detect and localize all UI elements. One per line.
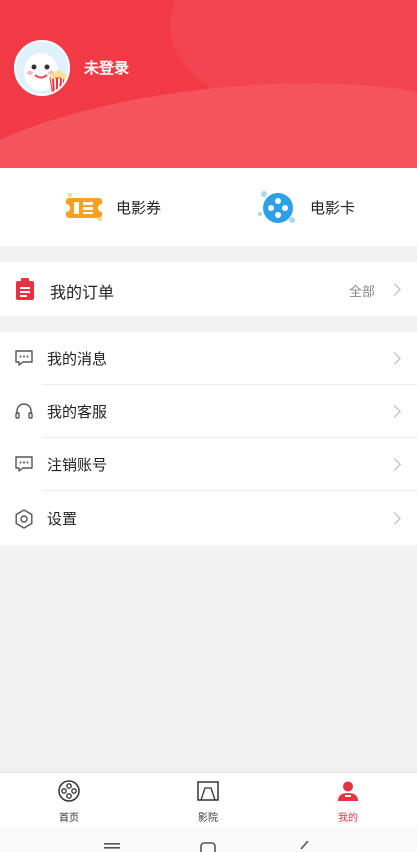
message-icon — [15, 350, 33, 366]
avatar[interactable] — [14, 40, 70, 96]
system-nav-bar — [0, 827, 417, 852]
tab-label: 首页 — [59, 813, 79, 824]
headset-icon — [15, 403, 33, 419]
ticket-voucher-icon — [62, 193, 106, 221]
voucher-link[interactable]: 电影券 — [62, 168, 161, 246]
menu-item-settings[interactable]: 设置 — [0, 492, 417, 545]
chevron-right-icon — [388, 512, 401, 525]
tab-label: 我的 — [338, 813, 358, 824]
film-card-link[interactable]: 电影卡 — [254, 168, 355, 246]
bottom-tab-bar: 首页 影院 我的 — [0, 772, 417, 827]
login-status[interactable]: 未登录 — [84, 57, 129, 78]
screen-icon — [197, 781, 219, 801]
settings-menu: 我的消息 我的客服 注销账号 设置 — [0, 332, 417, 545]
menu-item-label: 注销账号 — [47, 456, 108, 474]
clipboard-icon — [16, 278, 34, 300]
orders-title: 我的订单 — [50, 283, 115, 302]
tab-mine[interactable]: 我的 — [308, 773, 388, 828]
message-icon — [15, 456, 33, 472]
home-icon[interactable] — [200, 842, 216, 852]
menu-item-customer-service[interactable]: 我的客服 — [0, 385, 417, 438]
chevron-right-icon — [388, 405, 401, 418]
profile-header: 未登录 — [0, 0, 417, 168]
user-icon — [338, 781, 358, 801]
menu-item-messages[interactable]: 我的消息 — [0, 332, 417, 385]
divider — [42, 490, 417, 491]
quick-links: 电影券 电影卡 — [0, 168, 417, 246]
menu-item-label: 我的消息 — [47, 350, 108, 368]
my-orders-row[interactable]: 我的订单 全部 — [0, 262, 417, 316]
back-icon[interactable] — [298, 841, 310, 852]
voucher-label: 电影券 — [116, 198, 162, 217]
chevron-right-icon — [388, 352, 401, 365]
menu-item-label: 我的客服 — [47, 403, 108, 421]
tab-cinema[interactable]: 影院 — [168, 773, 248, 828]
film-card-icon — [258, 191, 295, 223]
menu-item-delete-account[interactable]: 注销账号 — [0, 438, 417, 491]
chevron-right-icon — [388, 283, 401, 296]
tab-home[interactable]: 首页 — [29, 773, 109, 828]
menu-icon[interactable] — [104, 843, 120, 852]
film-card-label: 电影卡 — [310, 198, 356, 217]
tab-label: 影院 — [198, 813, 218, 824]
popcorn-mascot-icon — [16, 42, 68, 94]
menu-item-label: 设置 — [47, 510, 78, 528]
settings-icon — [15, 509, 33, 529]
orders-all-link[interactable]: 全部 — [349, 281, 375, 300]
chevron-right-icon — [388, 458, 401, 471]
film-reel-icon — [58, 780, 80, 802]
